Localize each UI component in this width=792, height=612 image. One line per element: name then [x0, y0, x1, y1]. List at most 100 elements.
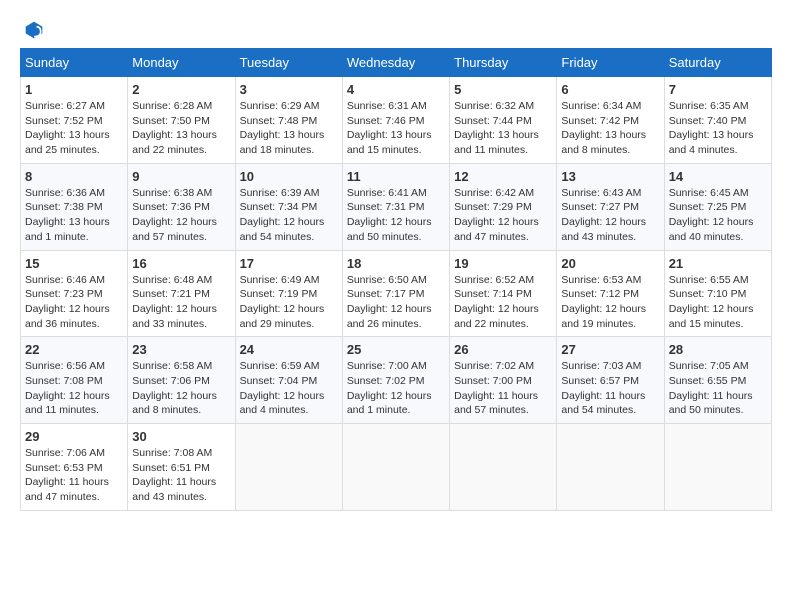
- day-number: 29: [25, 429, 123, 444]
- day-of-week-header: Tuesday: [235, 49, 342, 77]
- day-info: Sunrise: 6:46 AMSunset: 7:23 PMDaylight:…: [25, 274, 110, 330]
- day-number: 21: [669, 256, 767, 271]
- day-number: 16: [132, 256, 230, 271]
- day-info: Sunrise: 7:08 AMSunset: 6:51 PMDaylight:…: [132, 447, 216, 503]
- logo-icon: [24, 20, 44, 40]
- day-number: 2: [132, 82, 230, 97]
- day-number: 20: [561, 256, 659, 271]
- calendar-cell: 16 Sunrise: 6:48 AMSunset: 7:21 PMDaylig…: [128, 250, 235, 337]
- calendar-week-row: 15 Sunrise: 6:46 AMSunset: 7:23 PMDaylig…: [21, 250, 772, 337]
- calendar-week-row: 8 Sunrise: 6:36 AMSunset: 7:38 PMDayligh…: [21, 163, 772, 250]
- calendar-cell: 26 Sunrise: 7:02 AMSunset: 7:00 PMDaylig…: [450, 337, 557, 424]
- day-info: Sunrise: 6:28 AMSunset: 7:50 PMDaylight:…: [132, 100, 217, 156]
- calendar-cell: 11 Sunrise: 6:41 AMSunset: 7:31 PMDaylig…: [342, 163, 449, 250]
- day-info: Sunrise: 6:29 AMSunset: 7:48 PMDaylight:…: [240, 100, 325, 156]
- day-of-week-header: Sunday: [21, 49, 128, 77]
- day-info: Sunrise: 6:27 AMSunset: 7:52 PMDaylight:…: [25, 100, 110, 156]
- day-info: Sunrise: 6:39 AMSunset: 7:34 PMDaylight:…: [240, 187, 325, 243]
- calendar-header-row: SundayMondayTuesdayWednesdayThursdayFrid…: [21, 49, 772, 77]
- day-of-week-header: Friday: [557, 49, 664, 77]
- day-number: 15: [25, 256, 123, 271]
- calendar-cell: 2 Sunrise: 6:28 AMSunset: 7:50 PMDayligh…: [128, 77, 235, 164]
- day-info: Sunrise: 6:31 AMSunset: 7:46 PMDaylight:…: [347, 100, 432, 156]
- page-header: [20, 20, 772, 32]
- day-number: 12: [454, 169, 552, 184]
- calendar-week-row: 22 Sunrise: 6:56 AMSunset: 7:08 PMDaylig…: [21, 337, 772, 424]
- day-number: 7: [669, 82, 767, 97]
- calendar-week-row: 29 Sunrise: 7:06 AMSunset: 6:53 PMDaylig…: [21, 424, 772, 511]
- day-info: Sunrise: 6:50 AMSunset: 7:17 PMDaylight:…: [347, 274, 432, 330]
- calendar-cell: 20 Sunrise: 6:53 AMSunset: 7:12 PMDaylig…: [557, 250, 664, 337]
- calendar-cell: 17 Sunrise: 6:49 AMSunset: 7:19 PMDaylig…: [235, 250, 342, 337]
- calendar-cell: 30 Sunrise: 7:08 AMSunset: 6:51 PMDaylig…: [128, 424, 235, 511]
- day-of-week-header: Saturday: [664, 49, 771, 77]
- calendar-cell: 9 Sunrise: 6:38 AMSunset: 7:36 PMDayligh…: [128, 163, 235, 250]
- day-info: Sunrise: 6:42 AMSunset: 7:29 PMDaylight:…: [454, 187, 539, 243]
- day-of-week-header: Thursday: [450, 49, 557, 77]
- calendar-cell: 10 Sunrise: 6:39 AMSunset: 7:34 PMDaylig…: [235, 163, 342, 250]
- calendar-cell: 25 Sunrise: 7:00 AMSunset: 7:02 PMDaylig…: [342, 337, 449, 424]
- calendar-cell: 8 Sunrise: 6:36 AMSunset: 7:38 PMDayligh…: [21, 163, 128, 250]
- calendar-cell: [557, 424, 664, 511]
- day-number: 28: [669, 342, 767, 357]
- day-info: Sunrise: 6:56 AMSunset: 7:08 PMDaylight:…: [25, 360, 110, 416]
- day-number: 19: [454, 256, 552, 271]
- calendar-cell: 14 Sunrise: 6:45 AMSunset: 7:25 PMDaylig…: [664, 163, 771, 250]
- day-number: 11: [347, 169, 445, 184]
- day-info: Sunrise: 7:00 AMSunset: 7:02 PMDaylight:…: [347, 360, 432, 416]
- day-info: Sunrise: 6:32 AMSunset: 7:44 PMDaylight:…: [454, 100, 539, 156]
- day-number: 3: [240, 82, 338, 97]
- calendar-cell: 29 Sunrise: 7:06 AMSunset: 6:53 PMDaylig…: [21, 424, 128, 511]
- calendar-cell: 15 Sunrise: 6:46 AMSunset: 7:23 PMDaylig…: [21, 250, 128, 337]
- day-info: Sunrise: 6:48 AMSunset: 7:21 PMDaylight:…: [132, 274, 217, 330]
- day-number: 10: [240, 169, 338, 184]
- calendar-table: SundayMondayTuesdayWednesdayThursdayFrid…: [20, 48, 772, 511]
- calendar-cell: 28 Sunrise: 7:05 AMSunset: 6:55 PMDaylig…: [664, 337, 771, 424]
- calendar-cell: 4 Sunrise: 6:31 AMSunset: 7:46 PMDayligh…: [342, 77, 449, 164]
- day-number: 6: [561, 82, 659, 97]
- calendar-cell: 13 Sunrise: 6:43 AMSunset: 7:27 PMDaylig…: [557, 163, 664, 250]
- calendar-cell: 3 Sunrise: 6:29 AMSunset: 7:48 PMDayligh…: [235, 77, 342, 164]
- day-number: 25: [347, 342, 445, 357]
- day-info: Sunrise: 6:59 AMSunset: 7:04 PMDaylight:…: [240, 360, 325, 416]
- day-of-week-header: Wednesday: [342, 49, 449, 77]
- day-number: 9: [132, 169, 230, 184]
- day-number: 1: [25, 82, 123, 97]
- calendar-cell: 18 Sunrise: 6:50 AMSunset: 7:17 PMDaylig…: [342, 250, 449, 337]
- day-info: Sunrise: 7:06 AMSunset: 6:53 PMDaylight:…: [25, 447, 109, 503]
- day-number: 13: [561, 169, 659, 184]
- day-info: Sunrise: 7:02 AMSunset: 7:00 PMDaylight:…: [454, 360, 538, 416]
- day-number: 26: [454, 342, 552, 357]
- calendar-cell: [450, 424, 557, 511]
- calendar-cell: 7 Sunrise: 6:35 AMSunset: 7:40 PMDayligh…: [664, 77, 771, 164]
- calendar-cell: 6 Sunrise: 6:34 AMSunset: 7:42 PMDayligh…: [557, 77, 664, 164]
- day-number: 23: [132, 342, 230, 357]
- day-number: 8: [25, 169, 123, 184]
- calendar-cell: 12 Sunrise: 6:42 AMSunset: 7:29 PMDaylig…: [450, 163, 557, 250]
- calendar-cell: 27 Sunrise: 7:03 AMSunset: 6:57 PMDaylig…: [557, 337, 664, 424]
- calendar-week-row: 1 Sunrise: 6:27 AMSunset: 7:52 PMDayligh…: [21, 77, 772, 164]
- day-info: Sunrise: 6:38 AMSunset: 7:36 PMDaylight:…: [132, 187, 217, 243]
- day-info: Sunrise: 6:55 AMSunset: 7:10 PMDaylight:…: [669, 274, 754, 330]
- day-info: Sunrise: 6:53 AMSunset: 7:12 PMDaylight:…: [561, 274, 646, 330]
- day-number: 30: [132, 429, 230, 444]
- day-info: Sunrise: 6:49 AMSunset: 7:19 PMDaylight:…: [240, 274, 325, 330]
- day-number: 22: [25, 342, 123, 357]
- day-number: 14: [669, 169, 767, 184]
- day-info: Sunrise: 6:41 AMSunset: 7:31 PMDaylight:…: [347, 187, 432, 243]
- day-info: Sunrise: 6:52 AMSunset: 7:14 PMDaylight:…: [454, 274, 539, 330]
- calendar-cell: 24 Sunrise: 6:59 AMSunset: 7:04 PMDaylig…: [235, 337, 342, 424]
- day-info: Sunrise: 6:35 AMSunset: 7:40 PMDaylight:…: [669, 100, 754, 156]
- calendar-cell: 19 Sunrise: 6:52 AMSunset: 7:14 PMDaylig…: [450, 250, 557, 337]
- day-info: Sunrise: 6:43 AMSunset: 7:27 PMDaylight:…: [561, 187, 646, 243]
- day-info: Sunrise: 6:36 AMSunset: 7:38 PMDaylight:…: [25, 187, 110, 243]
- day-number: 17: [240, 256, 338, 271]
- day-number: 5: [454, 82, 552, 97]
- calendar-cell: 5 Sunrise: 6:32 AMSunset: 7:44 PMDayligh…: [450, 77, 557, 164]
- day-number: 27: [561, 342, 659, 357]
- calendar-cell: 1 Sunrise: 6:27 AMSunset: 7:52 PMDayligh…: [21, 77, 128, 164]
- calendar-cell: [664, 424, 771, 511]
- calendar-cell: 21 Sunrise: 6:55 AMSunset: 7:10 PMDaylig…: [664, 250, 771, 337]
- day-info: Sunrise: 7:03 AMSunset: 6:57 PMDaylight:…: [561, 360, 645, 416]
- day-info: Sunrise: 6:34 AMSunset: 7:42 PMDaylight:…: [561, 100, 646, 156]
